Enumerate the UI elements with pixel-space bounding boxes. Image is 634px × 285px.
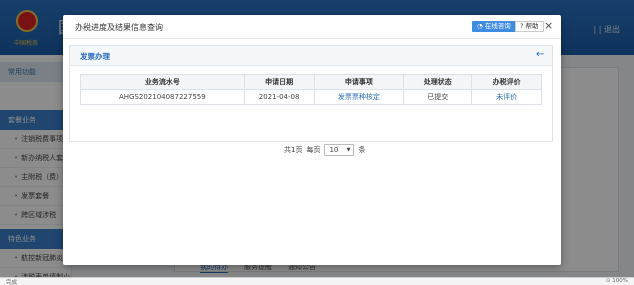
page-size-select[interactable]: 10 ▼: [324, 144, 355, 156]
status-cell: 已提交: [403, 89, 473, 105]
page-size-value: 10: [329, 146, 339, 154]
column-header: 处理状态: [403, 74, 473, 90]
zoom-level[interactable]: ⊙ 100%: [606, 278, 628, 284]
dialog-title: 办税进度及结果信息查询: [75, 23, 163, 32]
online-consult-button[interactable]: ◔ 在线咨询: [472, 21, 516, 32]
results-table: 业务流水号 申请日期 申请事项 处理状态 办税评价 AHGS2021040872…: [80, 74, 542, 105]
per-page-unit: 条: [358, 146, 366, 154]
table-header-row: 业务流水号 申请日期 申请事项 处理状态 办税评价: [80, 74, 542, 90]
column-header: 业务流水号: [80, 74, 245, 90]
apply-item-link[interactable]: 发票票种核定: [313, 89, 405, 105]
chat-icon: ◔: [477, 22, 485, 30]
evaluate-link[interactable]: 未评价: [471, 89, 542, 105]
status-text: 完成: [6, 280, 18, 285]
table-row: AHGS202104087227559 2021-04-08 发票票种核定 已提…: [80, 89, 542, 105]
dialog-header: 办税进度及结果信息查询 ◔ 在线咨询 ? 帮助 ×: [63, 15, 561, 39]
online-consult-label: 在线咨询: [484, 22, 511, 30]
apply-date-cell: 2021-04-08: [243, 89, 315, 105]
panel-title: 发票办理: [80, 52, 110, 61]
serial-number-cell: AHGS202104087227559: [80, 89, 245, 105]
close-icon[interactable]: ×: [544, 19, 553, 33]
total-pages: 共1页: [284, 146, 303, 154]
back-arrow-icon[interactable]: ←: [536, 49, 544, 60]
browser-status-bar: 完成 ⊙ 100%: [0, 277, 634, 285]
progress-query-dialog: 办税进度及结果信息查询 ◔ 在线咨询 ? 帮助 × 发票办理 ← 业务流水号 申…: [63, 15, 561, 265]
panel-header: 发票办理 ←: [70, 46, 552, 66]
invoice-panel: 发票办理 ← 业务流水号 申请日期 申请事项 处理状态 办税评价 AHGS202…: [69, 45, 553, 156]
pagination: 共1页 每页 10 ▼ 条: [284, 144, 365, 156]
column-header: 办税评价: [471, 74, 542, 90]
column-header: 申请事项: [313, 74, 405, 90]
column-header: 申请日期: [243, 74, 315, 90]
help-button[interactable]: ? 帮助: [515, 21, 544, 32]
caret-down-icon: ▼: [346, 147, 351, 153]
per-page-label: 每页: [306, 146, 321, 154]
